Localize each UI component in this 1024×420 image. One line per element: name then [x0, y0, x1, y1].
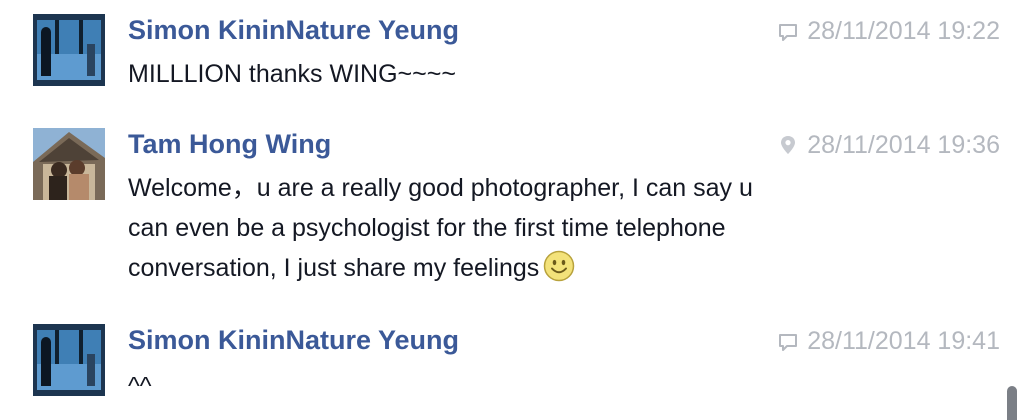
scrollbar-thumb[interactable]: [1007, 386, 1017, 420]
message-text-line: MILLLION thanks WING~~~~: [128, 60, 456, 88]
avatar[interactable]: [33, 324, 105, 396]
message-thread: Simon KininNature Yeung 28/11/2014 19:22…: [0, 0, 1024, 420]
location-pin-icon: [777, 133, 799, 157]
message-meta: 28/11/2014 19:41: [777, 326, 1000, 356]
message-text-line: conversation, I just share my feelings: [128, 248, 888, 294]
message-meta: 28/11/2014 19:36: [777, 130, 1000, 160]
message-text-line: can even be a psychologist for the first…: [128, 214, 726, 242]
timestamp[interactable]: 28/11/2014 19:41: [807, 326, 1000, 356]
message-item: Simon KininNature Yeung 28/11/2014 19:41…: [0, 324, 1010, 414]
avatar-photo-icon: [33, 128, 105, 200]
smiley-emoji-icon: [543, 250, 575, 294]
message-body: Welcome，u are a really good photographer…: [128, 168, 888, 294]
timestamp[interactable]: 28/11/2014 19:22: [807, 16, 1000, 46]
avatar-photo-icon: [33, 324, 105, 396]
scrollbar[interactable]: [1002, 0, 1024, 420]
sender-name[interactable]: Tam Hong Wing: [128, 128, 331, 160]
message-meta: 28/11/2014 19:22: [777, 16, 1000, 46]
avatar[interactable]: [33, 128, 105, 200]
chat-bubble-icon: [777, 329, 799, 353]
sender-name[interactable]: Simon KininNature Yeung: [128, 324, 459, 356]
message-text-line: ^^: [128, 372, 152, 400]
message-body: ^^: [128, 366, 888, 406]
message-item: Simon KininNature Yeung 28/11/2014 19:22…: [0, 14, 1010, 104]
sender-name[interactable]: Simon KininNature Yeung: [128, 14, 459, 46]
message-text-line: Welcome，u are a really good photographer…: [128, 174, 753, 202]
avatar-photo-icon: [33, 14, 105, 86]
message-body: MILLLION thanks WING~~~~: [128, 54, 888, 94]
message-text-segment: conversation, I just share my feelings: [128, 254, 540, 282]
avatar[interactable]: [33, 14, 105, 86]
chat-bubble-icon: [777, 19, 799, 43]
timestamp[interactable]: 28/11/2014 19:36: [807, 130, 1000, 160]
message-item: Tam Hong Wing 28/11/2014 19:36 Welcome，u…: [0, 128, 1010, 298]
